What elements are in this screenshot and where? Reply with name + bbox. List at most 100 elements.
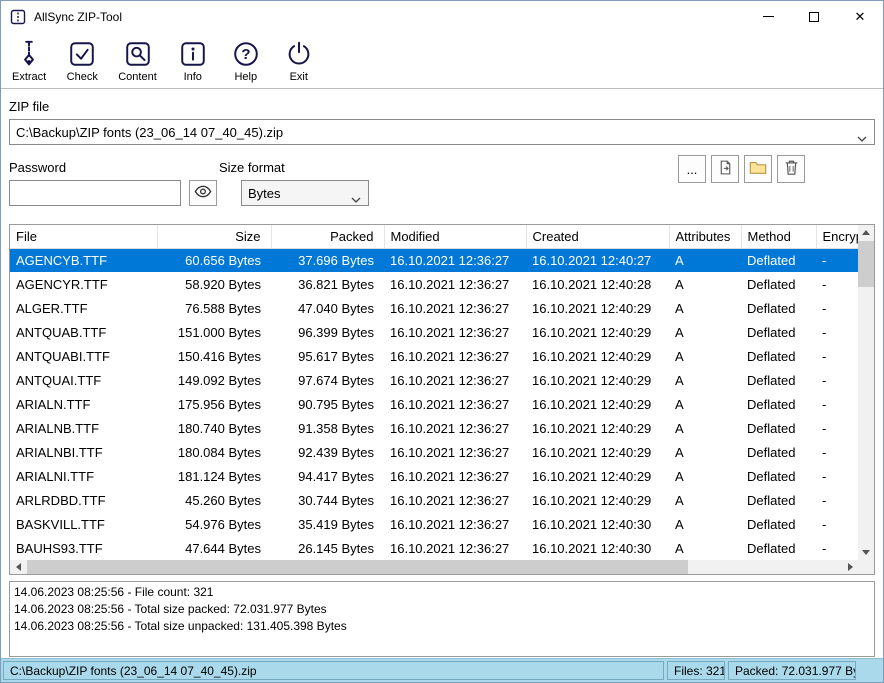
table-cell: 16.10.2021 12:40:29: [526, 440, 669, 464]
show-password-button[interactable]: [189, 180, 217, 206]
table-row[interactable]: AGENCYB.TTF60.656 Bytes37.696 Bytes16.10…: [10, 248, 858, 272]
size-format-combobox[interactable]: Bytes: [241, 180, 369, 206]
table-cell: 16.10.2021 12:40:29: [526, 344, 669, 368]
table-cell: 30.744 Bytes: [271, 488, 384, 512]
window-title: AllSync ZIP-Tool: [34, 10, 122, 24]
column-header-packed[interactable]: Packed: [271, 225, 384, 248]
titlebar: AllSync ZIP-Tool ✕: [1, 1, 883, 32]
table-cell: 16.10.2021 12:40:30: [526, 536, 669, 560]
info-label: Info: [184, 71, 202, 83]
scroll-right-icon[interactable]: [842, 560, 858, 574]
table-row[interactable]: ANTQUABI.TTF150.416 Bytes95.617 Bytes16.…: [10, 344, 858, 368]
password-label: Password: [9, 160, 66, 175]
table-cell: A: [669, 536, 741, 560]
table-cell: 90.795 Bytes: [271, 392, 384, 416]
close-button[interactable]: ✕: [837, 1, 883, 32]
content-icon: [123, 38, 153, 71]
trash-icon: [784, 159, 799, 179]
file-table-body: AGENCYB.TTF60.656 Bytes37.696 Bytes16.10…: [10, 248, 858, 560]
column-header-file[interactable]: File: [10, 225, 157, 248]
table-cell: ARLRDBD.TTF: [10, 488, 157, 512]
minimize-icon: [763, 16, 774, 17]
info-icon: [178, 38, 208, 71]
table-cell: BASKVILL.TTF: [10, 512, 157, 536]
table-cell: -: [816, 368, 858, 392]
table-cell: ANTQUAB.TTF: [10, 320, 157, 344]
password-input[interactable]: [9, 180, 181, 206]
browse-label: ...: [687, 162, 698, 177]
table-cell: Deflated: [741, 464, 816, 488]
table-row[interactable]: BASKVILL.TTF54.976 Bytes35.419 Bytes16.1…: [10, 512, 858, 536]
table-row[interactable]: ARIALNB.TTF180.740 Bytes91.358 Bytes16.1…: [10, 416, 858, 440]
open-folder-button[interactable]: [744, 155, 772, 183]
chevron-down-icon: [857, 130, 867, 145]
table-cell: 175.956 Bytes: [157, 392, 271, 416]
table-row[interactable]: ARIALN.TTF175.956 Bytes90.795 Bytes16.10…: [10, 392, 858, 416]
column-header-modified[interactable]: Modified: [384, 225, 526, 248]
table-cell: 16.10.2021 12:36:27: [384, 368, 526, 392]
log-line: 14.06.2023 08:25:56 - File count: 321: [14, 584, 870, 601]
column-header-size[interactable]: Size: [157, 225, 271, 248]
browse-button[interactable]: ...: [678, 155, 706, 183]
table-cell: 16.10.2021 12:36:27: [384, 344, 526, 368]
table-cell: A: [669, 392, 741, 416]
scroll-down-icon[interactable]: [858, 545, 874, 560]
table-cell: 16.10.2021 12:36:27: [384, 440, 526, 464]
column-header-encrypt[interactable]: Encrypt: [816, 225, 858, 248]
column-header-attributes[interactable]: Attributes: [669, 225, 741, 248]
table-cell: Deflated: [741, 320, 816, 344]
table-cell: BAUHS93.TTF: [10, 536, 157, 560]
table-cell: 60.656 Bytes: [157, 248, 271, 272]
table-cell: 16.10.2021 12:40:29: [526, 464, 669, 488]
table-cell: 180.740 Bytes: [157, 416, 271, 440]
check-button[interactable]: Check: [60, 37, 104, 84]
help-button[interactable]: ? Help: [224, 37, 268, 84]
table-cell: A: [669, 296, 741, 320]
eye-icon: [194, 185, 212, 201]
table-row[interactable]: ARLRDBD.TTF45.260 Bytes30.744 Bytes16.10…: [10, 488, 858, 512]
chevron-down-icon: [351, 191, 361, 206]
table-cell: 26.145 Bytes: [271, 536, 384, 560]
horizontal-scrollbar-thumb[interactable]: [27, 560, 688, 574]
scroll-left-icon[interactable]: [10, 560, 26, 574]
zip-file-combobox[interactable]: C:\Backup\ZIP fonts (23_06_14 07_40_45).…: [9, 119, 875, 145]
column-header-method[interactable]: Method: [741, 225, 816, 248]
table-cell: 16.10.2021 12:36:27: [384, 272, 526, 296]
table-cell: A: [669, 512, 741, 536]
table-cell: 16.10.2021 12:36:27: [384, 488, 526, 512]
open-file-button[interactable]: [711, 155, 739, 183]
action-buttons: ...: [678, 155, 805, 183]
table-cell: ARIALNBI.TTF: [10, 440, 157, 464]
column-header-created[interactable]: Created: [526, 225, 669, 248]
table-cell: A: [669, 440, 741, 464]
table-cell: 94.417 Bytes: [271, 464, 384, 488]
table-row[interactable]: ANTQUAB.TTF151.000 Bytes96.399 Bytes16.1…: [10, 320, 858, 344]
vertical-scrollbar[interactable]: [858, 225, 874, 560]
extract-button[interactable]: Extract: [7, 37, 51, 84]
table-cell: 16.10.2021 12:36:27: [384, 320, 526, 344]
scroll-up-icon[interactable]: [858, 225, 874, 240]
vertical-scrollbar-thumb[interactable]: [858, 241, 874, 287]
scrollbar-corner: [858, 560, 874, 574]
table-row[interactable]: ANTQUAI.TTF149.092 Bytes97.674 Bytes16.1…: [10, 368, 858, 392]
zip-file-label: ZIP file: [9, 99, 875, 114]
table-row[interactable]: ARIALNBI.TTF180.084 Bytes92.439 Bytes16.…: [10, 440, 858, 464]
maximize-button[interactable]: [791, 1, 837, 32]
delete-button[interactable]: [777, 155, 805, 183]
statusbar-path: C:\Backup\ZIP fonts (23_06_14 07_40_45).…: [3, 661, 664, 680]
table-cell: ARIALN.TTF: [10, 392, 157, 416]
options-row: Password Size format Bytes: [9, 158, 875, 216]
minimize-button[interactable]: [745, 1, 791, 32]
content-label: Content: [118, 71, 157, 83]
info-button[interactable]: Info: [171, 37, 215, 84]
app-window: AllSync ZIP-Tool ✕ Extract: [0, 0, 884, 683]
table-row[interactable]: ALGER.TTF76.588 Bytes47.040 Bytes16.10.2…: [10, 296, 858, 320]
horizontal-scrollbar[interactable]: [10, 560, 858, 574]
table-cell: 16.10.2021 12:36:27: [384, 296, 526, 320]
table-cell: Deflated: [741, 368, 816, 392]
table-row[interactable]: ARIALNI.TTF181.124 Bytes94.417 Bytes16.1…: [10, 464, 858, 488]
table-row[interactable]: BAUHS93.TTF47.644 Bytes26.145 Bytes16.10…: [10, 536, 858, 560]
exit-button[interactable]: Exit: [277, 37, 321, 84]
table-row[interactable]: AGENCYR.TTF58.920 Bytes36.821 Bytes16.10…: [10, 272, 858, 296]
content-button[interactable]: Content: [113, 37, 162, 84]
